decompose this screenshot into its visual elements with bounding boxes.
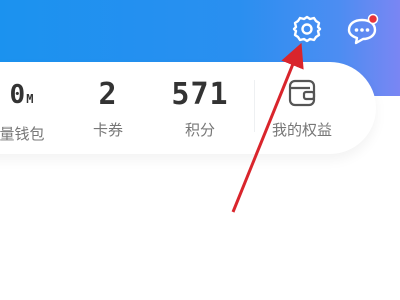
points-label: 积分 [184,121,215,139]
chat-bubble-icon [347,13,379,45]
messages-button[interactable] [345,12,379,46]
points-stat[interactable]: 571 积分 [160,76,240,140]
my-benefits-label: 我的权益 [271,121,332,139]
wallet-stat[interactable]: 0M 量钱包 [0,76,62,144]
gear-icon [292,15,322,43]
coupons-stat[interactable]: 2 卡券 [68,76,148,140]
wallet-label: 量钱包 [0,125,45,143]
coupons-value: 2 [98,77,118,112]
wallet-icon [288,79,316,107]
wallet-value: 0M [9,80,35,110]
settings-button[interactable] [290,12,324,46]
coupons-label: 卡券 [92,121,123,139]
notification-dot [367,13,379,25]
my-benefits-button[interactable]: 我的权益 [254,74,350,144]
points-value: 571 [171,77,229,112]
